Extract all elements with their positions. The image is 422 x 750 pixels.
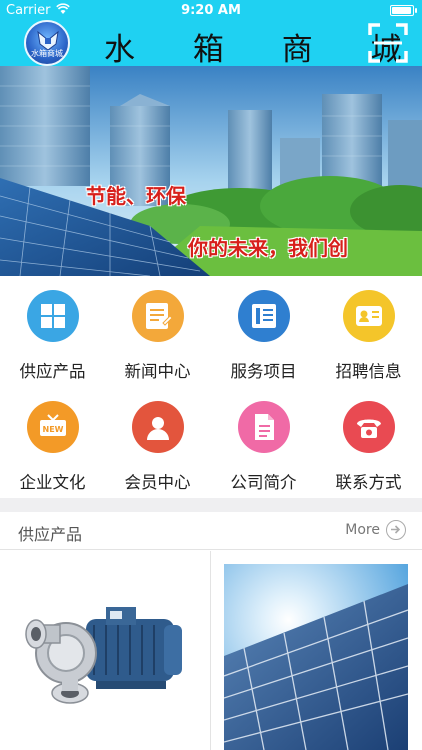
grid-icon [41, 304, 65, 328]
menu-icon-bg-7 [343, 401, 395, 453]
section-separator [0, 498, 422, 512]
menu-item-culture[interactable]: NEW 企业文化 [0, 387, 105, 498]
menu-item-company-profile[interactable]: 公司简介 [211, 387, 316, 498]
menu-item-services[interactable]: 服务项目 [211, 276, 316, 387]
category-grid: 供应产品 新闻中心 服务项目 招聘信息 NEW 企业文化 会员中心 公司简介 联… [0, 276, 422, 498]
product-card-solar-panel[interactable] [224, 564, 408, 750]
scan-icon[interactable] [368, 23, 408, 63]
note-icon [146, 303, 173, 329]
section-title: 供应产品 [18, 525, 83, 544]
new-badge-icon: NEW [40, 414, 66, 436]
logo-text: 水箱商城 [31, 49, 63, 58]
user-icon [147, 417, 169, 440]
menu-icon-bg-2 [238, 290, 290, 342]
menu-item-member-center[interactable]: 会员中心 [105, 387, 210, 498]
menu-icon-bg-6 [238, 401, 290, 453]
menu-item-news-center[interactable]: 新闻中心 [105, 276, 210, 387]
menu-icon-bg-0 [27, 290, 79, 342]
document-icon [255, 414, 274, 440]
app-title: 水 箱 商 城 [104, 32, 422, 68]
menu-item-label: 联系方式 [335, 473, 402, 492]
menu-item-label: 公司简介 [230, 473, 297, 492]
menu-item-label: 会员中心 [124, 473, 191, 492]
more-label: More [345, 522, 380, 538]
status-bar: Carrier 9:20 AM [0, 0, 422, 22]
id-card-icon [356, 306, 382, 326]
svg-text:NEW: NEW [43, 425, 64, 434]
banner-slogan-line2: 你的未来，我们创 [188, 236, 348, 260]
battery-icon [390, 5, 417, 16]
menu-icon-bg-3 [343, 290, 395, 342]
menu-item-label: 新闻中心 [124, 362, 191, 381]
banner-carousel[interactable]: 节能、环保 你的未来，我们创 [0, 66, 422, 276]
menu-item-label: 服务项目 [230, 362, 297, 381]
water-pump-image [25, 607, 182, 704]
menu-icon-bg-5 [132, 401, 184, 453]
section-header: 供应产品 More [0, 512, 422, 550]
menu-item-label: 企业文化 [19, 473, 86, 492]
menu-item-recruitment[interactable]: 招聘信息 [316, 276, 421, 387]
menu-item-supply-products[interactable]: 供应产品 [0, 276, 105, 387]
menu-item-label: 招聘信息 [335, 362, 402, 381]
book-icon [252, 304, 276, 328]
menu-item-contact[interactable]: 联系方式 [316, 387, 421, 498]
top-bar: Carrier 9:20 AM 水箱商城 水 箱 商 城 [0, 0, 422, 68]
app-logo[interactable]: 水箱商城 [24, 20, 70, 66]
menu-item-label: 供应产品 [19, 362, 86, 381]
solar-panel-image [224, 564, 408, 750]
banner-slogan-line1: 节能、环保 [86, 184, 186, 208]
menu-icon-bg-1 [132, 290, 184, 342]
product-list [0, 551, 422, 750]
phone-icon [357, 419, 381, 438]
column-divider [210, 551, 211, 750]
clock: 9:20 AM [181, 3, 241, 18]
menu-icon-bg-4: NEW [27, 401, 79, 453]
product-card-water-pump[interactable] [14, 581, 198, 731]
arrow-right-icon [386, 520, 406, 540]
